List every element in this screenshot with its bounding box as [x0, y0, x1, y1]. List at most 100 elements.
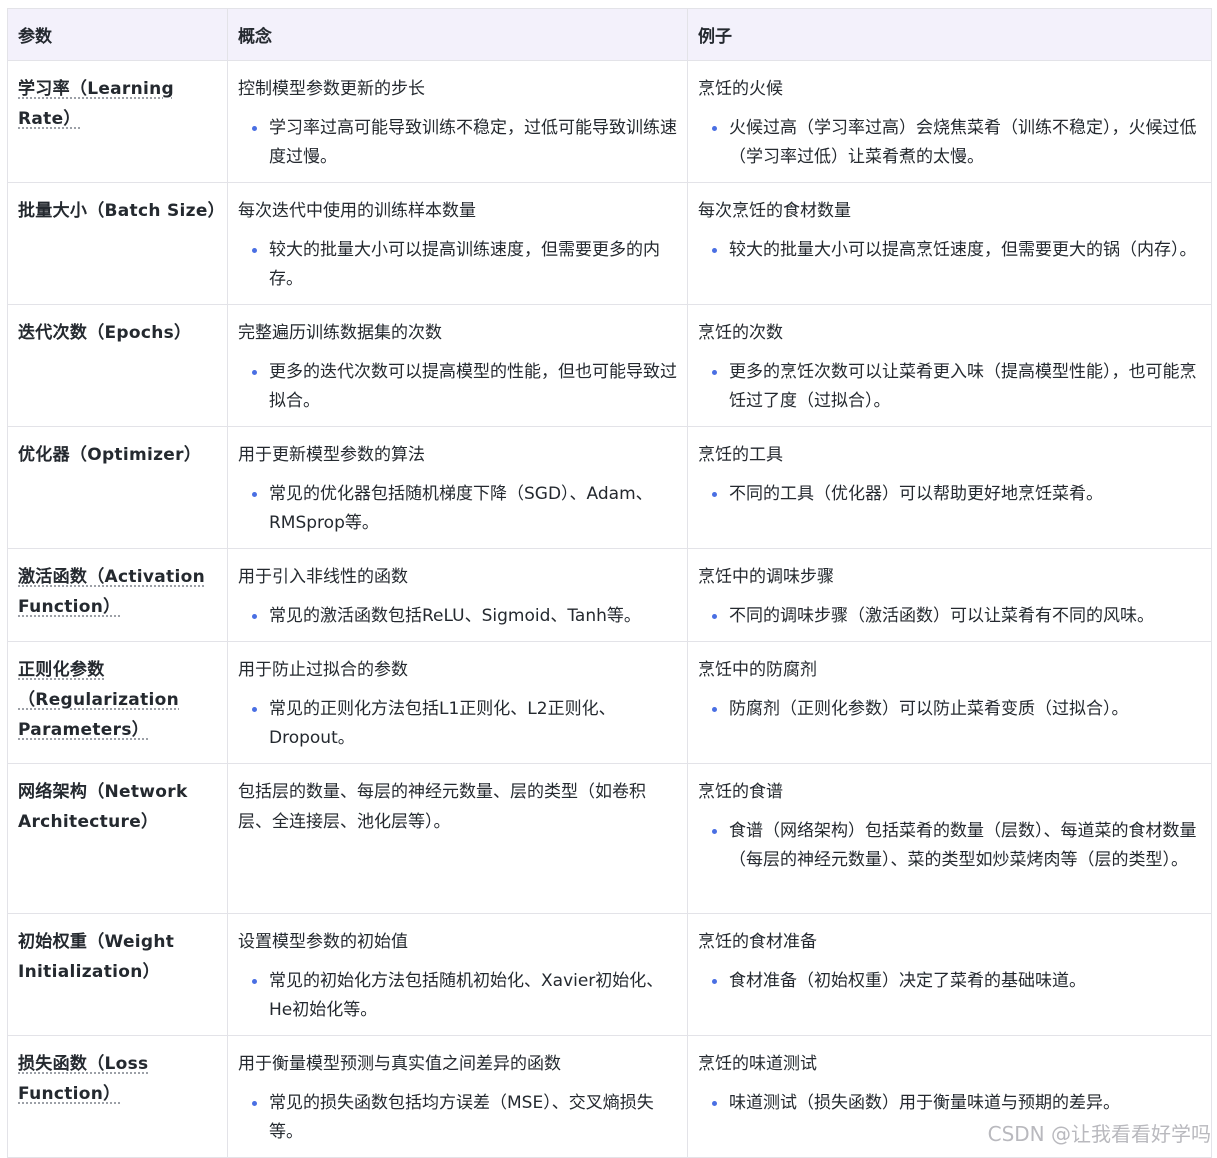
example-text: 烹饪的味道测试: [698, 1054, 817, 1074]
table-row: 激活函数（Activation Function） 用于引入非线性的函数 常见的…: [7, 548, 1212, 642]
param-cell: 批量大小（Batch Size）: [7, 182, 228, 305]
example-bullets: 更多的烹饪次数可以让菜肴更入味（提高模型性能），也可能烹饪过了度（过拟合）。: [698, 357, 1201, 416]
example-cell: 烹饪的食谱 食谱（网络架构）包括菜肴的数量（层数）、每道菜的食材数量（每层的神经…: [687, 763, 1212, 914]
param-name[interactable]: 损失函数（Loss Function）: [18, 1054, 148, 1104]
concept-bullets: 常见的初始化方法包括随机初始化、Xavier初始化、He初始化等。: [238, 966, 677, 1025]
table-row: 初始权重（Weight Initialization） 设置模型参数的初始值 常…: [7, 913, 1212, 1036]
param-name: 初始权重（Weight Initialization）: [18, 932, 175, 982]
param-cell: 迭代次数（Epochs）: [7, 304, 228, 427]
example-bullets: 不同的工具（优化器）可以帮助更好地烹饪菜肴。: [698, 479, 1201, 509]
param-name: 迭代次数（Epochs）: [18, 323, 192, 343]
concept-note: 较大的批量大小可以提高训练速度，但需要更多的内存。: [269, 235, 677, 294]
concept-cell: 用于防止过拟合的参数 常见的正则化方法包括L1正则化、L2正则化、Dropout…: [227, 641, 688, 764]
param-name: 批量大小（Batch Size）: [18, 201, 225, 221]
concept-text: 用于衡量模型预测与真实值之间差异的函数: [238, 1054, 561, 1074]
example-note: 火候过高（学习率过高）会烧焦菜肴（训练不稳定），火候过低（学习率过低）让菜肴煮的…: [729, 113, 1201, 172]
watermark: CSDN @让我看看好学吗: [987, 1122, 1211, 1146]
concept-note: 常见的优化器包括随机梯度下降（SGD）、Adam、RMSprop等。: [269, 479, 677, 538]
example-cell: 烹饪中的防腐剂 防腐剂（正则化参数）可以防止菜肴变质（过拟合）。: [687, 641, 1212, 764]
header-example: 例子: [687, 8, 1212, 61]
concept-cell: 用于更新模型参数的算法 常见的优化器包括随机梯度下降（SGD）、Adam、RMS…: [227, 426, 688, 549]
table-header-row: 参数 概念 例子: [7, 8, 1212, 61]
example-bullets: 较大的批量大小可以提高烹饪速度，但需要更大的锅（内存）。: [698, 235, 1201, 265]
example-note: 不同的调味步骤（激活函数）可以让菜肴有不同的风味。: [729, 601, 1201, 631]
param-cell: 初始权重（Weight Initialization）: [7, 913, 228, 1036]
concept-note: 更多的迭代次数可以提高模型的性能，但也可能导致过拟合。: [269, 357, 677, 416]
concept-note: 常见的正则化方法包括L1正则化、L2正则化、Dropout。: [269, 694, 677, 753]
concept-text: 设置模型参数的初始值: [238, 932, 408, 952]
concept-cell: 控制模型参数更新的步长 学习率过高可能导致训练不稳定，过低可能导致训练速度过慢。: [227, 60, 688, 183]
table-row: 迭代次数（Epochs） 完整遍历训练数据集的次数 更多的迭代次数可以提高模型的…: [7, 304, 1212, 427]
example-bullets: 防腐剂（正则化参数）可以防止菜肴变质（过拟合）。: [698, 694, 1201, 724]
table-row: 学习率（Learning Rate） 控制模型参数更新的步长 学习率过高可能导致…: [7, 60, 1212, 183]
concept-bullets: 常见的优化器包括随机梯度下降（SGD）、Adam、RMSprop等。: [238, 479, 677, 538]
example-text: 烹饪的火候: [698, 79, 783, 99]
concept-text: 完整遍历训练数据集的次数: [238, 323, 442, 343]
example-bullets: 食材准备（初始权重）决定了菜肴的基础味道。: [698, 966, 1201, 996]
param-name[interactable]: 激活函数（Activation Function）: [18, 567, 205, 617]
param-name: 优化器（Optimizer）: [18, 445, 202, 465]
concept-text: 用于更新模型参数的算法: [238, 445, 425, 465]
concept-cell: 设置模型参数的初始值 常见的初始化方法包括随机初始化、Xavier初始化、He初…: [227, 913, 688, 1036]
table-row: 正则化参数（Regularization Parameters） 用于防止过拟合…: [7, 641, 1212, 764]
example-text: 每次烹饪的食材数量: [698, 201, 851, 221]
example-note: 食材准备（初始权重）决定了菜肴的基础味道。: [729, 966, 1201, 996]
param-name: 网络架构（Network Architecture）: [18, 782, 188, 832]
table-row: 优化器（Optimizer） 用于更新模型参数的算法 常见的优化器包括随机梯度下…: [7, 426, 1212, 549]
example-bullets: 不同的调味步骤（激活函数）可以让菜肴有不同的风味。: [698, 601, 1201, 631]
example-text: 烹饪中的调味步骤: [698, 567, 834, 587]
concept-bullets: 常见的激活函数包括ReLU、Sigmoid、Tanh等。: [238, 601, 677, 631]
example-cell: 烹饪的食材准备 食材准备（初始权重）决定了菜肴的基础味道。: [687, 913, 1212, 1036]
param-cell: 学习率（Learning Rate）: [7, 60, 228, 183]
concept-text: 控制模型参数更新的步长: [238, 79, 425, 99]
param-cell: 网络架构（Network Architecture）: [7, 763, 228, 914]
example-cell: 烹饪的工具 不同的工具（优化器）可以帮助更好地烹饪菜肴。: [687, 426, 1212, 549]
concept-cell: 包括层的数量、每层的神经元数量、层的类型（如卷积层、全连接层、池化层等）。: [227, 763, 688, 914]
example-cell: 每次烹饪的食材数量 较大的批量大小可以提高烹饪速度，但需要更大的锅（内存）。: [687, 182, 1212, 305]
example-text: 烹饪的食材准备: [698, 932, 817, 952]
example-bullets: 火候过高（学习率过高）会烧焦菜肴（训练不稳定），火候过低（学习率过低）让菜肴煮的…: [698, 113, 1201, 172]
example-cell: 烹饪的火候 火候过高（学习率过高）会烧焦菜肴（训练不稳定），火候过低（学习率过低…: [687, 60, 1212, 183]
concept-text: 包括层的数量、每层的神经元数量、层的类型（如卷积层、全连接层、池化层等）。: [238, 782, 646, 832]
example-text: 烹饪的次数: [698, 323, 783, 343]
example-note: 不同的工具（优化器）可以帮助更好地烹饪菜肴。: [729, 479, 1201, 509]
param-cell: 优化器（Optimizer）: [7, 426, 228, 549]
example-bullets: 食谱（网络架构）包括菜肴的数量（层数）、每道菜的食材数量（每层的神经元数量）、菜…: [698, 816, 1201, 875]
concept-cell: 用于引入非线性的函数 常见的激活函数包括ReLU、Sigmoid、Tanh等。: [227, 548, 688, 642]
parameters-table: 参数 概念 例子 学习率（Learning Rate） 控制模型参数更新的步长 …: [7, 8, 1212, 1158]
concept-cell: 每次迭代中使用的训练样本数量 较大的批量大小可以提高训练速度，但需要更多的内存。: [227, 182, 688, 305]
concept-text: 每次迭代中使用的训练样本数量: [238, 201, 476, 221]
example-note: 防腐剂（正则化参数）可以防止菜肴变质（过拟合）。: [729, 694, 1201, 724]
concept-bullets: 学习率过高可能导致训练不稳定，过低可能导致训练速度过慢。: [238, 113, 677, 172]
param-cell: 损失函数（Loss Function）: [7, 1035, 228, 1158]
table-row: 批量大小（Batch Size） 每次迭代中使用的训练样本数量 较大的批量大小可…: [7, 182, 1212, 305]
example-note: 更多的烹饪次数可以让菜肴更入味（提高模型性能），也可能烹饪过了度（过拟合）。: [729, 357, 1201, 416]
param-name[interactable]: 学习率（Learning Rate）: [18, 79, 174, 129]
example-text: 烹饪中的防腐剂: [698, 660, 817, 680]
concept-bullets: 更多的迭代次数可以提高模型的性能，但也可能导致过拟合。: [238, 357, 677, 416]
concept-text: 用于引入非线性的函数: [238, 567, 408, 587]
table-row: 网络架构（Network Architecture） 包括层的数量、每层的神经元…: [7, 763, 1212, 914]
concept-note: 常见的初始化方法包括随机初始化、Xavier初始化、He初始化等。: [269, 966, 677, 1025]
param-cell: 正则化参数（Regularization Parameters）: [7, 641, 228, 764]
param-cell: 激活函数（Activation Function）: [7, 548, 228, 642]
example-bullets: 味道测试（损失函数）用于衡量味道与预期的差异。: [698, 1088, 1201, 1118]
concept-note: 学习率过高可能导致训练不稳定，过低可能导致训练速度过慢。: [269, 113, 677, 172]
example-cell: 烹饪中的调味步骤 不同的调味步骤（激活函数）可以让菜肴有不同的风味。: [687, 548, 1212, 642]
concept-note: 常见的激活函数包括ReLU、Sigmoid、Tanh等。: [269, 601, 677, 631]
example-note: 食谱（网络架构）包括菜肴的数量（层数）、每道菜的食材数量（每层的神经元数量）、菜…: [729, 816, 1201, 875]
example-note: 味道测试（损失函数）用于衡量味道与预期的差异。: [729, 1088, 1201, 1118]
example-text: 烹饪的工具: [698, 445, 783, 465]
header-concept: 概念: [227, 8, 688, 61]
header-param: 参数: [7, 8, 228, 61]
concept-text: 用于防止过拟合的参数: [238, 660, 408, 680]
param-name[interactable]: 正则化参数（Regularization Parameters）: [18, 660, 179, 740]
example-text: 烹饪的食谱: [698, 782, 783, 802]
example-cell: 烹饪的次数 更多的烹饪次数可以让菜肴更入味（提高模型性能），也可能烹饪过了度（过…: [687, 304, 1212, 427]
concept-note: 常见的损失函数包括均方误差（MSE）、交叉熵损失等。: [269, 1088, 677, 1147]
concept-cell: 用于衡量模型预测与真实值之间差异的函数 常见的损失函数包括均方误差（MSE）、交…: [227, 1035, 688, 1158]
concept-bullets: 常见的损失函数包括均方误差（MSE）、交叉熵损失等。: [238, 1088, 677, 1147]
concept-cell: 完整遍历训练数据集的次数 更多的迭代次数可以提高模型的性能，但也可能导致过拟合。: [227, 304, 688, 427]
example-note: 较大的批量大小可以提高烹饪速度，但需要更大的锅（内存）。: [729, 235, 1201, 265]
concept-bullets: 常见的正则化方法包括L1正则化、L2正则化、Dropout。: [238, 694, 677, 753]
